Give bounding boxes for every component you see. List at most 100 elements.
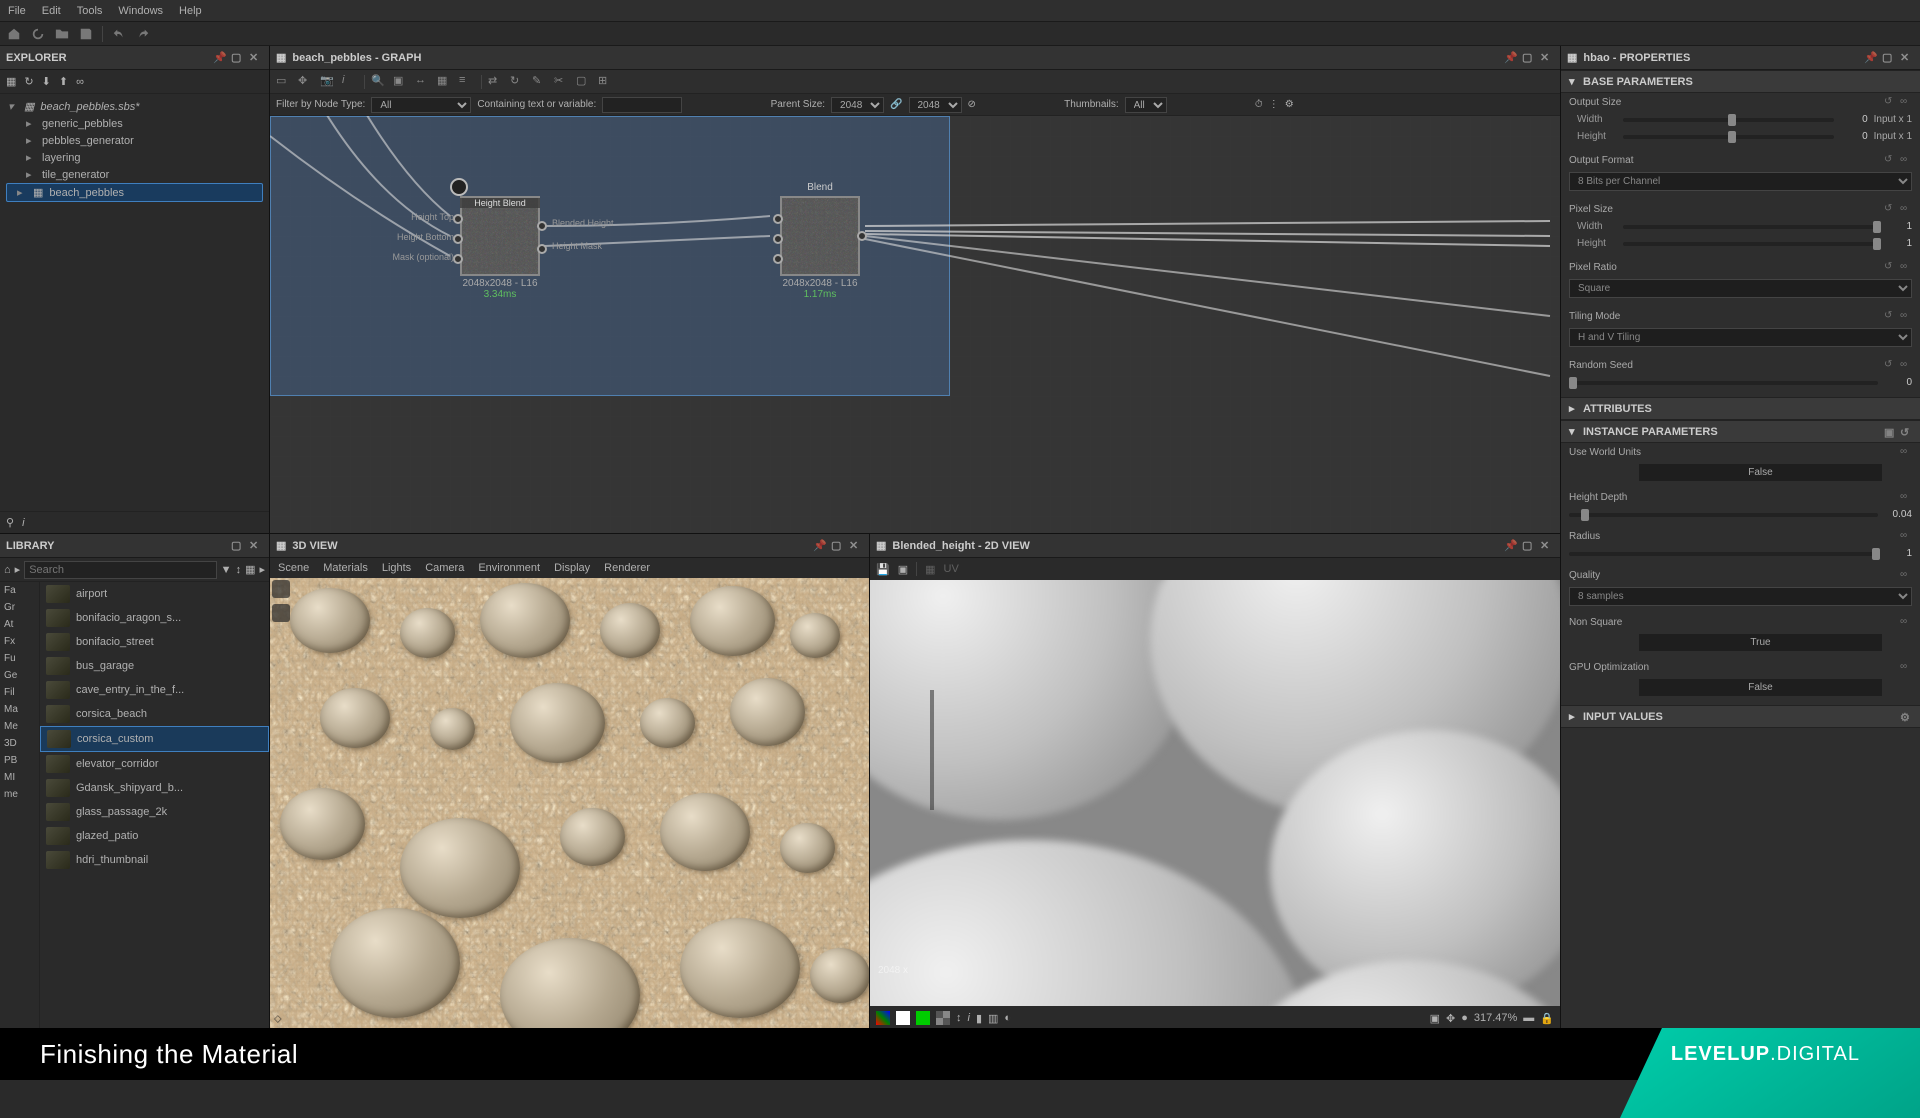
menu-windows[interactable]: Windows — [118, 5, 163, 17]
maximize-icon[interactable]: ▢ — [1882, 51, 1896, 65]
filter-text-input[interactable] — [602, 97, 682, 113]
graph-node-height-blend[interactable]: Height Blend 2048x2048 - L16 3.34ms Heig… — [460, 196, 540, 300]
maximize-icon[interactable]: ▢ — [1522, 539, 1536, 553]
2d-viewport[interactable]: 2048 x — [870, 580, 1560, 1006]
more-icon[interactable]: ▸ — [259, 563, 265, 576]
zoom-icon[interactable]: 🔍 — [371, 74, 387, 90]
lib-cat[interactable]: At — [0, 616, 39, 633]
list-item[interactable]: airport — [40, 582, 269, 606]
list-item[interactable]: glass_passage_2k — [40, 800, 269, 824]
lib-cat[interactable]: Ge — [0, 667, 39, 684]
frame-icon[interactable]: ▢ — [576, 74, 592, 90]
pin-icon[interactable]: 📌 — [1864, 51, 1878, 65]
center-icon[interactable]: ✥ — [1446, 1012, 1455, 1025]
grid-icon[interactable]: ▦ — [437, 74, 453, 90]
fit-icon[interactable]: ▣ — [1430, 1012, 1440, 1025]
lib-cat[interactable]: Fil — [0, 684, 39, 701]
list-item[interactable]: elevator_corridor — [40, 752, 269, 776]
close-icon[interactable]: ✕ — [1900, 51, 1914, 65]
graph-node-blend[interactable]: Blend 2048x2048 - L16 1.17ms — [780, 196, 860, 300]
tree-item-tile-generator[interactable]: ▸tile_generator — [0, 166, 269, 183]
list-item[interactable]: hdri_thumbnail — [40, 848, 269, 872]
filter-icon[interactable]: ⚲ — [6, 516, 14, 529]
link-icon[interactable]: ∞ — [1900, 359, 1912, 371]
reset-icon[interactable]: ↺ — [1884, 154, 1896, 166]
refresh-icon[interactable] — [30, 26, 46, 42]
link-icon[interactable]: ∞ — [1900, 261, 1912, 273]
list-item[interactable]: corsica_beach — [40, 702, 269, 726]
reload-icon[interactable]: ↻ — [510, 74, 526, 90]
tree-item-pebbles-generator[interactable]: ▸pebbles_generator — [0, 132, 269, 149]
link-icon[interactable]: ∞ — [1900, 203, 1912, 215]
3d-menu-materials[interactable]: Materials — [323, 562, 368, 574]
thumbs-select[interactable]: All — [1125, 97, 1167, 113]
copy-icon[interactable]: ▣ — [1884, 426, 1896, 438]
link-icon[interactable]: ∞ — [76, 76, 84, 88]
node-input-port[interactable] — [453, 214, 463, 224]
link-icon[interactable]: ∞ — [1900, 530, 1912, 542]
grid-icon[interactable]: ▦ — [925, 563, 935, 576]
link-icon[interactable]: ∞ — [1900, 446, 1912, 458]
radius-slider[interactable] — [1569, 552, 1878, 556]
nav-icon[interactable]: ▸ — [15, 563, 21, 576]
zoom-slider-icon[interactable]: ▬ — [1523, 1012, 1534, 1024]
close-icon[interactable]: ✕ — [249, 51, 263, 65]
section-instance-parameters[interactable]: ▾INSTANCE PARAMETERS▣↺ — [1561, 420, 1920, 443]
link-icon[interactable]: ∞ — [1900, 569, 1912, 581]
move-icon[interactable]: ✥ — [298, 74, 314, 90]
lib-cat[interactable]: MI — [0, 769, 39, 786]
redo-icon[interactable] — [135, 26, 151, 42]
link-icon[interactable]: ∞ — [1900, 661, 1912, 673]
tree-item-layering[interactable]: ▸layering — [0, 149, 269, 166]
home-icon[interactable] — [6, 26, 22, 42]
link-icon[interactable]: ∞ — [1900, 154, 1912, 166]
snap-icon[interactable]: ⊞ — [598, 74, 614, 90]
camera-icon[interactable] — [272, 580, 290, 598]
timing-icon[interactable]: ⏱ — [1255, 99, 1263, 110]
width-slider[interactable] — [1623, 118, 1834, 122]
node-output-port[interactable] — [857, 231, 867, 241]
histogram-icon[interactable]: ▮ — [976, 1012, 982, 1025]
info-icon[interactable]: i — [968, 1012, 970, 1024]
home-icon[interactable]: ⌂ — [4, 564, 11, 576]
undo-icon[interactable] — [111, 26, 127, 42]
3d-viewport[interactable]: ⬦ — [270, 578, 869, 1030]
channel-green-icon[interactable] — [916, 1011, 930, 1025]
close-icon[interactable]: ✕ — [1540, 51, 1554, 65]
cut-icon[interactable]: ✂ — [554, 74, 570, 90]
light-icon[interactable] — [272, 604, 290, 622]
pin-icon[interactable]: 📌 — [813, 539, 827, 553]
tree-root[interactable]: ▾▦beach_pebbles.sbs* — [0, 98, 269, 115]
list-item[interactable]: cave_entry_in_the_f... — [40, 678, 269, 702]
graph-canvas[interactable]: Height Blend 2048x2048 - L16 3.34ms Heig… — [270, 116, 1560, 533]
eyedropper-icon[interactable]: ↕ — [956, 1012, 962, 1024]
list-item[interactable]: glazed_patio — [40, 824, 269, 848]
new-icon[interactable]: ▦ — [6, 75, 16, 88]
output-format-select[interactable]: 8 Bits per Channel — [1569, 172, 1912, 191]
node-input-port[interactable] — [773, 254, 783, 264]
lib-cat[interactable]: Fu — [0, 650, 39, 667]
menu-help[interactable]: Help — [179, 5, 202, 17]
link-icon[interactable]: ⇄ — [488, 74, 504, 90]
lock-icon[interactable]: 🔒 — [1540, 1012, 1554, 1025]
3d-menu-display[interactable]: Display — [554, 562, 590, 574]
pin-icon[interactable]: 📌 — [1504, 539, 1518, 553]
folder-icon[interactable] — [54, 26, 70, 42]
height-slider[interactable] — [1623, 135, 1834, 139]
menu-edit[interactable]: Edit — [42, 5, 61, 17]
3d-menu-scene[interactable]: Scene — [278, 562, 309, 574]
node-input-port[interactable] — [773, 234, 783, 244]
save-icon[interactable] — [78, 26, 94, 42]
nonsquare-toggle[interactable]: True — [1639, 634, 1882, 651]
display-icon[interactable]: ▥ — [988, 1012, 998, 1025]
node-input-port[interactable] — [453, 254, 463, 264]
3d-menu-renderer[interactable]: Renderer — [604, 562, 650, 574]
uv-label[interactable]: UV — [944, 563, 959, 575]
lib-cat[interactable]: Fa — [0, 582, 39, 599]
channel-rgb-icon[interactable] — [876, 1011, 890, 1025]
hierarchy-icon[interactable]: ⋮ — [1269, 99, 1279, 110]
link-icon[interactable]: ∞ — [1900, 310, 1912, 322]
channel-alpha-icon[interactable] — [936, 1011, 950, 1025]
list-item[interactable]: bonifacio_street — [40, 630, 269, 654]
palette-icon[interactable]: ◐ — [1004, 1012, 1011, 1024]
